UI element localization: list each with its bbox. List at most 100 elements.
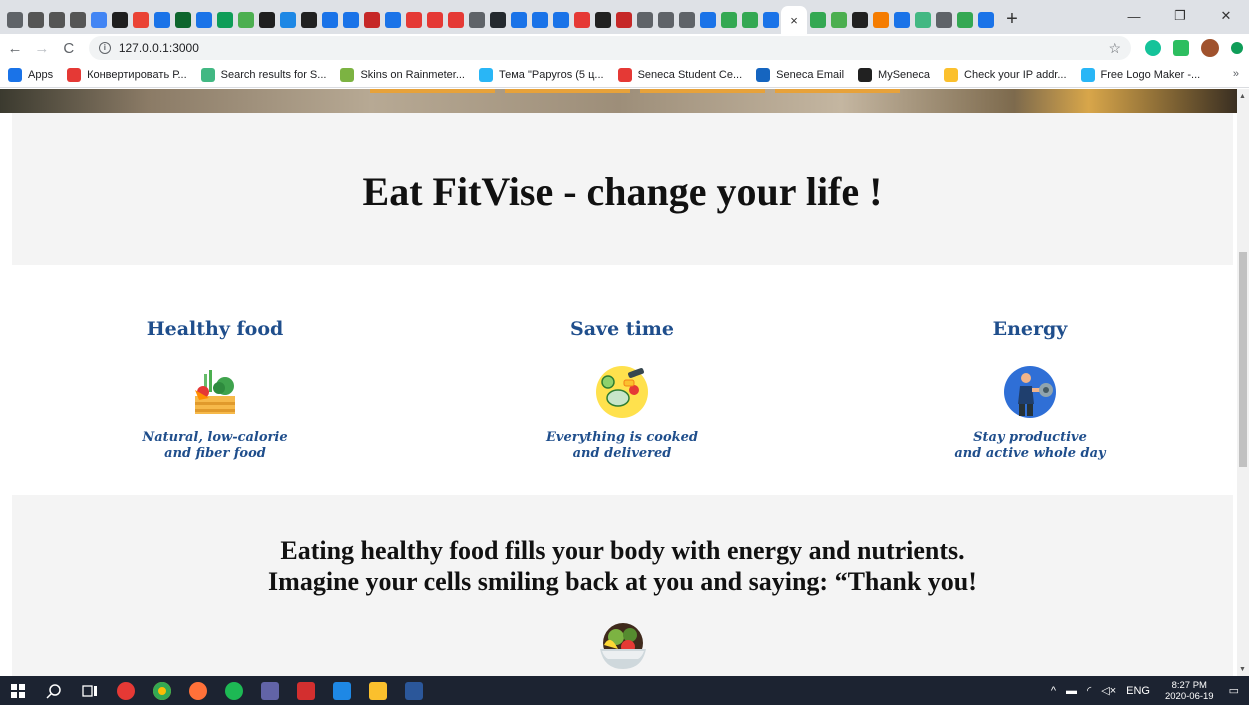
- browser-tab[interactable]: [487, 7, 508, 33]
- browser-tab[interactable]: [891, 7, 912, 33]
- file-explorer-icon[interactable]: [360, 676, 396, 705]
- browser-tab[interactable]: [933, 7, 954, 33]
- page-scrollbar[interactable]: ▲ ▼: [1237, 89, 1249, 676]
- spotify-icon[interactable]: [216, 676, 252, 705]
- wifi-icon[interactable]: ◜: [1087, 684, 1091, 697]
- bookmark-item[interactable]: Search results for S...: [200, 67, 326, 82]
- search-icon[interactable]: [36, 676, 72, 705]
- volume-icon[interactable]: ◁×: [1101, 684, 1116, 697]
- browser-tab[interactable]: [571, 7, 592, 33]
- chrome-menu-extension-icon[interactable]: [1231, 42, 1243, 54]
- browser-tab[interactable]: [550, 7, 571, 33]
- bookmark-item[interactable]: Free Logo Maker -...: [1080, 67, 1200, 82]
- start-button[interactable]: [0, 676, 36, 705]
- grammarly-extension-icon[interactable]: [1145, 40, 1161, 56]
- browser-tab[interactable]: [340, 7, 361, 33]
- bookmark-star-icon[interactable]: ☆: [1108, 40, 1121, 57]
- browser-tab[interactable]: [655, 7, 676, 33]
- browser-tab[interactable]: [634, 7, 655, 33]
- browser-tab[interactable]: [130, 7, 151, 33]
- browser-tab[interactable]: [319, 7, 340, 33]
- browser-tab[interactable]: [828, 7, 849, 33]
- browser-tab[interactable]: [676, 7, 697, 33]
- browser-tab[interactable]: [466, 7, 487, 33]
- browser-tab[interactable]: [256, 7, 277, 33]
- bookmark-item[interactable]: Seneca Student Ce...: [617, 67, 742, 82]
- browser-tab[interactable]: [193, 7, 214, 33]
- maximize-button[interactable]: ❐: [1157, 0, 1203, 32]
- task-view-icon[interactable]: [72, 676, 108, 705]
- bookmark-item[interactable]: Тема "Papyros (5 ц...: [479, 67, 604, 82]
- browser-tab[interactable]: [4, 7, 25, 33]
- browser-tab[interactable]: [214, 7, 235, 33]
- firefox-icon[interactable]: [180, 676, 216, 705]
- browser-tab[interactable]: [298, 7, 319, 33]
- browser-tab[interactable]: [235, 7, 256, 33]
- browser-tab[interactable]: [151, 7, 172, 33]
- input-language[interactable]: ENG: [1126, 685, 1150, 697]
- browser-tab[interactable]: [807, 7, 828, 33]
- quote-line: Imagine your cells smiling back at you a…: [268, 567, 977, 596]
- profile-avatar-icon[interactable]: [1201, 39, 1219, 57]
- browser-tab[interactable]: [870, 7, 891, 33]
- evernote-extension-icon[interactable]: [1173, 40, 1189, 56]
- bookmark-item[interactable]: Seneca Email: [756, 67, 844, 82]
- battery-icon[interactable]: ▬: [1066, 685, 1077, 697]
- site-info-icon[interactable]: i: [98, 42, 111, 54]
- teams-icon[interactable]: [252, 676, 288, 705]
- vegetable-crate-icon: [187, 364, 243, 420]
- browser-tab[interactable]: [975, 7, 996, 33]
- chrome-icon[interactable]: [144, 676, 180, 705]
- minimize-button[interactable]: —: [1111, 0, 1157, 32]
- vscode-icon[interactable]: [324, 676, 360, 705]
- browser-tab[interactable]: [109, 7, 130, 33]
- notification-icon[interactable]: ▭: [1229, 684, 1239, 697]
- browser-tab[interactable]: [718, 7, 739, 33]
- browser-tab[interactable]: [277, 7, 298, 33]
- bookmarks-more-button[interactable]: »: [1233, 68, 1239, 80]
- browser-tab[interactable]: [912, 7, 933, 33]
- browser-tab[interactable]: [424, 7, 445, 33]
- browser-tab[interactable]: [46, 7, 67, 33]
- acrobat-icon[interactable]: [288, 676, 324, 705]
- new-tab-button[interactable]: +: [1000, 7, 1024, 31]
- scroll-up-arrow[interactable]: ▲: [1239, 93, 1246, 100]
- browser-tab[interactable]: [760, 7, 781, 33]
- bookmark-item[interactable]: Check your IP addr...: [944, 67, 1067, 82]
- browser-tab[interactable]: [88, 7, 109, 33]
- browser-tab[interactable]: [697, 7, 718, 33]
- scroll-down-arrow[interactable]: ▼: [1239, 666, 1246, 673]
- bookmark-item[interactable]: MySeneca: [858, 67, 930, 82]
- back-button[interactable]: ←: [3, 36, 27, 60]
- close-tab-icon[interactable]: ×: [790, 13, 798, 28]
- reload-button[interactable]: C: [57, 36, 81, 60]
- bookmark-item[interactable]: Apps: [8, 67, 53, 82]
- opera-icon[interactable]: [108, 676, 144, 705]
- word-icon[interactable]: [396, 676, 432, 705]
- browser-tab[interactable]: [361, 7, 382, 33]
- browser-tab[interactable]: [67, 7, 88, 33]
- browser-tab[interactable]: [954, 7, 975, 33]
- tab-favicon-icon: [893, 12, 910, 28]
- tab-favicon-icon: [531, 12, 548, 28]
- browser-tab[interactable]: [172, 7, 193, 33]
- close-window-button[interactable]: ✕: [1203, 0, 1249, 32]
- browser-tab[interactable]: [739, 7, 760, 33]
- show-hidden-icons-icon[interactable]: ^: [1051, 685, 1056, 697]
- scrollbar-thumb[interactable]: [1239, 252, 1247, 467]
- browser-tab[interactable]: [382, 7, 403, 33]
- browser-tab[interactable]: [445, 7, 466, 33]
- address-bar[interactable]: i 127.0.0.1:3000 ☆: [88, 36, 1131, 60]
- active-tab[interactable]: ×: [781, 6, 807, 34]
- bookmark-item[interactable]: Конвертировать Р...: [67, 67, 187, 82]
- bookmark-item[interactable]: Skins on Rainmeter...: [340, 67, 465, 82]
- browser-tab[interactable]: [849, 7, 870, 33]
- clock[interactable]: 8:27 PM 2020-06-19: [1165, 680, 1214, 702]
- browser-tab[interactable]: [529, 7, 550, 33]
- browser-tab[interactable]: [613, 7, 634, 33]
- browser-tab[interactable]: [403, 7, 424, 33]
- browser-tab[interactable]: [508, 7, 529, 33]
- forward-button[interactable]: →: [30, 36, 54, 60]
- browser-tab[interactable]: [25, 7, 46, 33]
- browser-tab[interactable]: [592, 7, 613, 33]
